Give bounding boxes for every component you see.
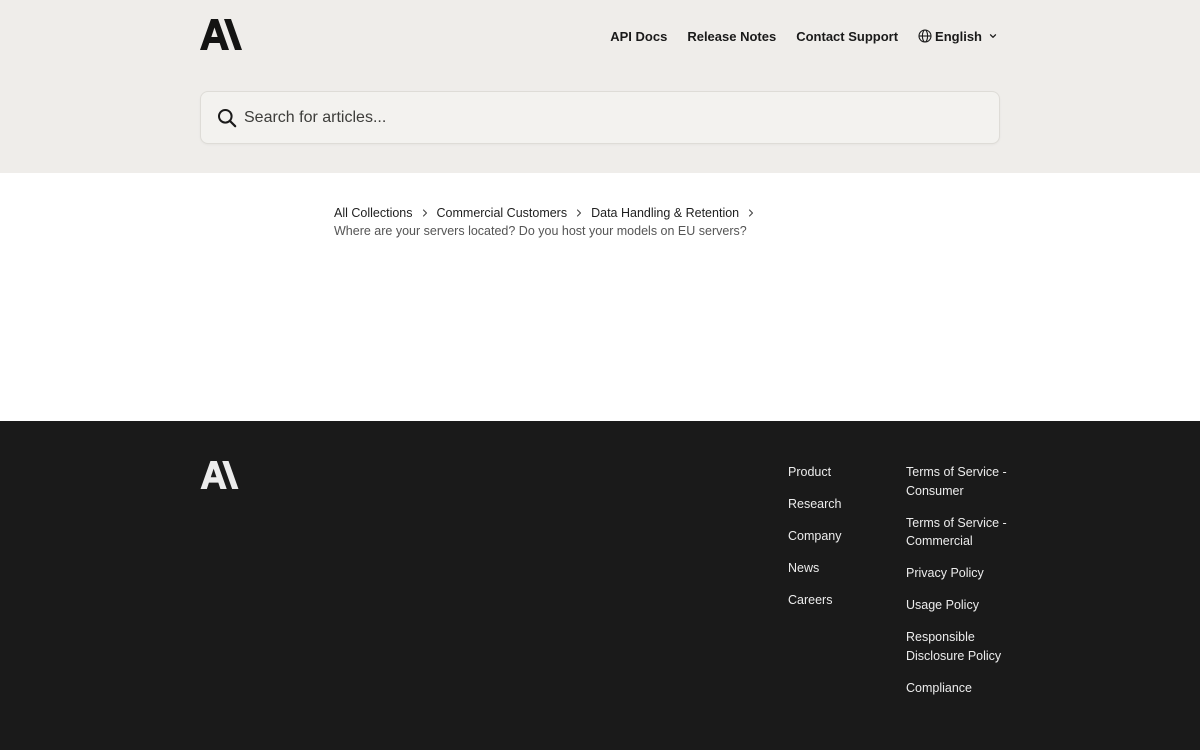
search-bar[interactable] (200, 91, 1000, 144)
footer-link-responsible-disclosure[interactable]: Responsible Disclosure Policy (906, 628, 1016, 665)
breadcrumb-current-article: Where are your servers located? Do you h… (334, 224, 747, 238)
footer-link-usage-policy[interactable]: Usage Policy (906, 596, 1016, 615)
chevron-down-icon (989, 34, 997, 38)
anthropic-logo-icon[interactable] (200, 19, 242, 50)
site-header: API Docs Release Notes Contact Support E… (0, 0, 1200, 173)
language-label: English (935, 28, 982, 44)
globe-icon (918, 29, 932, 43)
footer-link-terms-commercial[interactable]: Terms of Service - Commercial (906, 514, 1016, 551)
footer-link-compliance[interactable]: Compliance (906, 679, 1016, 698)
footer-link-research[interactable]: Research (788, 495, 888, 513)
top-nav: API Docs Release Notes Contact Support E… (610, 27, 998, 45)
footer-logo-svg (200, 461, 239, 489)
chevron-right-icon (422, 209, 427, 217)
language-selector[interactable]: English (918, 29, 998, 44)
breadcrumb-trail: All Collections Commercial Customers Dat… (334, 205, 894, 221)
nav-link-contact-support[interactable]: Contact Support (796, 29, 898, 44)
footer-link-product[interactable]: Product (788, 463, 888, 481)
chevron-right-icon (577, 209, 582, 217)
breadcrumb-data-handling[interactable]: Data Handling & Retention (591, 206, 739, 220)
breadcrumb: All Collections Commercial Customers Dat… (334, 205, 894, 238)
footer-anthropic-logo-icon[interactable] (200, 461, 239, 489)
breadcrumb-commercial-customers[interactable]: Commercial Customers (437, 206, 568, 220)
chevron-right-icon (749, 209, 754, 217)
nav-link-api-docs[interactable]: API Docs (610, 29, 667, 44)
footer-link-careers[interactable]: Careers (788, 591, 888, 609)
footer-links-company: Product Research Company News Careers (788, 463, 888, 623)
footer-link-privacy-policy[interactable]: Privacy Policy (906, 564, 1016, 583)
footer-links-legal: Terms of Service - Consumer Terms of Ser… (906, 463, 1016, 711)
footer-link-news[interactable]: News (788, 559, 888, 577)
breadcrumb-all-collections[interactable]: All Collections (334, 206, 413, 220)
footer-link-company[interactable]: Company (788, 527, 888, 545)
footer-link-terms-consumer[interactable]: Terms of Service - Consumer (906, 463, 1016, 500)
nav-link-release-notes[interactable]: Release Notes (687, 29, 776, 44)
search-input[interactable] (244, 108, 944, 127)
site-footer: Product Research Company News Careers Te… (0, 421, 1200, 750)
search-icon (218, 108, 237, 127)
logo-svg (200, 19, 242, 50)
